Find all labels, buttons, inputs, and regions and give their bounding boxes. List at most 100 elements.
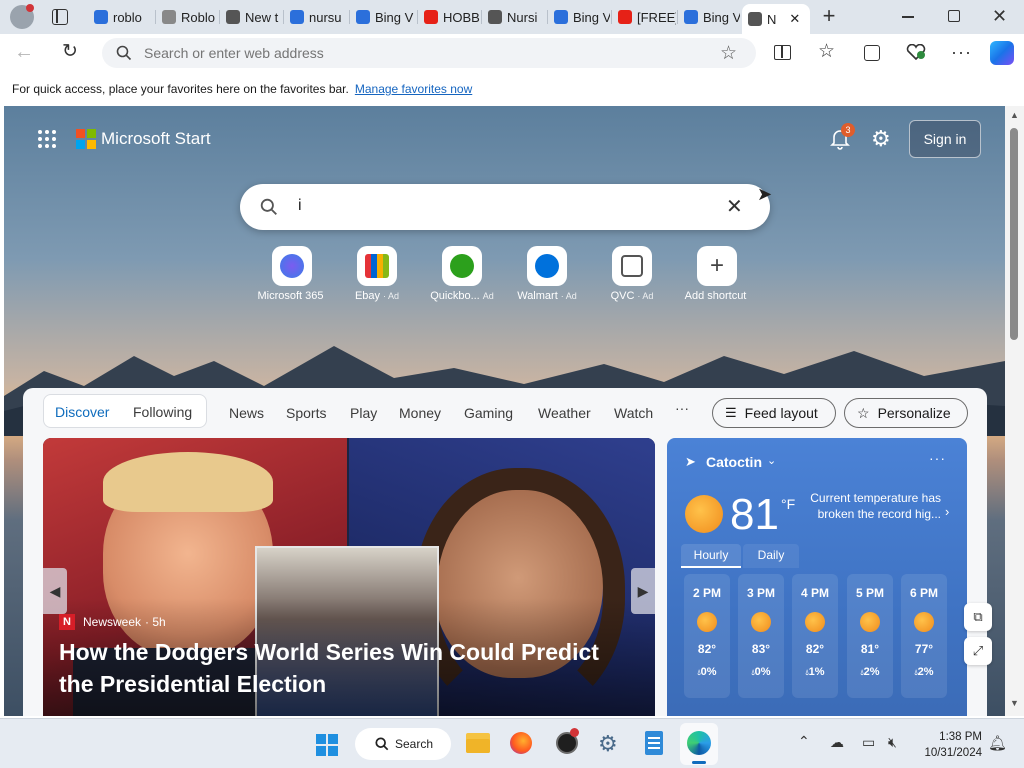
tab-news[interactable]: News <box>229 405 264 421</box>
personalize-button[interactable]: ☆ Personalize <box>844 398 968 428</box>
restore-icon[interactable] <box>948 10 960 22</box>
notifications-bell-icon[interactable]: 3 <box>830 123 855 150</box>
tab-watch[interactable]: Watch <box>614 405 653 421</box>
tab-gaming[interactable]: Gaming <box>464 405 513 421</box>
tab-label: [FREE] <box>637 9 676 25</box>
weather-card[interactable]: ➤ Catoctin ⌄ ··· 81 °F Current temperatu… <box>667 438 967 716</box>
tab-daily[interactable]: Daily <box>743 544 799 568</box>
bing-search-icon <box>94 10 108 24</box>
tab-6[interactable]: Nursi <box>482 4 546 30</box>
tab-sports[interactable]: Sports <box>286 405 326 421</box>
tab-separator <box>219 10 220 24</box>
search-input[interactable]: i <box>298 197 302 215</box>
sign-in-button[interactable]: Sign in <box>909 120 981 158</box>
shortcut-5[interactable]: + Add shortcut <box>672 246 762 302</box>
back-icon[interactable]: ← <box>14 41 34 64</box>
scroll-up-icon[interactable]: ▲ <box>1010 110 1019 120</box>
refresh-icon[interactable]: ↻ <box>62 40 78 63</box>
weather-alert[interactable]: Current temperature has broken the recor… <box>807 490 941 522</box>
hourly-forecast-item[interactable]: 6 PM 77° 💧︎2% <box>901 574 947 698</box>
hourly-forecast-item[interactable]: 5 PM 81° 💧︎2% <box>847 574 893 698</box>
network-icon[interactable]: ☁ <box>830 734 844 751</box>
page-scrollbar[interactable]: ▲ ▼ <box>1005 106 1024 716</box>
tab-discover[interactable]: Discover <box>55 404 109 420</box>
more-tabs-icon[interactable]: ··· <box>675 400 689 416</box>
bing-search-icon <box>554 10 568 24</box>
settings-gear-icon[interactable]: ⚙ <box>871 126 891 152</box>
feed-layout-button[interactable]: ☰ Feed layout <box>712 398 836 428</box>
expand-icon[interactable]: ⤢ <box>964 637 992 665</box>
settings-app-icon[interactable]: ⚙ <box>598 731 618 757</box>
address-bar[interactable]: ☆ <box>102 38 756 68</box>
shortcut-2[interactable]: Quickbo... Ad <box>417 246 507 302</box>
firefox-icon[interactable] <box>510 732 532 754</box>
tab-9[interactable]: Bing V <box>678 4 740 30</box>
clock[interactable]: 1:38 PM 10/31/2024 <box>920 729 982 761</box>
tab-7[interactable]: Bing V <box>548 4 610 30</box>
shortcut-1[interactable]: Ebay · Ad <box>332 246 422 302</box>
tab-3[interactable]: nursu <box>284 4 348 30</box>
windows-start-icon[interactable] <box>316 734 338 756</box>
taskbar-search-button[interactable]: Search <box>355 728 451 760</box>
tab-2[interactable]: New t <box>220 4 282 30</box>
close-window-icon[interactable]: ✕ <box>992 6 1007 27</box>
favorite-star-icon[interactable]: ☆ <box>720 42 737 65</box>
weather-more-icon[interactable]: ··· <box>929 450 946 466</box>
notifications-icon[interactable]: 🔔︎ <box>988 734 1007 752</box>
manage-favorites-link[interactable]: Manage favorites now <box>355 82 472 96</box>
tab-weather[interactable]: Weather <box>538 405 591 421</box>
more-menu-icon[interactable]: ··· <box>951 42 972 63</box>
hero-headline[interactable]: How the Dodgers World Series Win Could P… <box>59 636 619 700</box>
shortcut-0[interactable]: Microsoft 365 <box>247 246 337 302</box>
tab-1[interactable]: Roblo <box>156 4 218 30</box>
tab-label: HOBB <box>443 9 480 25</box>
weather-location[interactable]: Catoctin <box>706 454 762 470</box>
tab-money[interactable]: Money <box>399 405 441 421</box>
alert-chevron-icon[interactable]: › <box>945 504 949 519</box>
chatgpt-icon[interactable] <box>556 728 579 754</box>
tab-separator <box>547 10 548 24</box>
weather-unit[interactable]: °F <box>781 496 795 512</box>
feedback-icon[interactable]: ⧉ <box>964 603 992 631</box>
split-screen-icon[interactable] <box>774 45 791 60</box>
hero-story-card[interactable]: ◀ ▶ N Newsweek · 5h How the Dodgers Worl… <box>43 438 655 716</box>
file-explorer-icon[interactable] <box>466 733 490 753</box>
tab-5[interactable]: HOBB <box>418 4 480 30</box>
minimize-icon[interactable] <box>902 16 914 18</box>
copilot-icon[interactable] <box>990 41 1014 65</box>
profile-avatar[interactable] <box>10 4 34 29</box>
collections-icon[interactable] <box>864 45 880 61</box>
tab-play[interactable]: Play <box>350 405 377 421</box>
close-tab-icon[interactable]: ✕ <box>789 11 800 27</box>
hourly-forecast-item[interactable]: 4 PM 82° 💧︎1% <box>792 574 838 698</box>
volume-muted-icon[interactable]: 🔇︎ <box>888 734 897 751</box>
hourly-forecast-item[interactable]: 2 PM 82° 💧︎0% <box>684 574 730 698</box>
brand-title[interactable]: Microsoft Start <box>101 129 211 149</box>
chevron-down-icon[interactable]: ⌄ <box>767 454 776 467</box>
favorites-icon[interactable]: ☆ <box>818 40 835 63</box>
hourly-forecast-item[interactable]: 3 PM 83° 💧︎0% <box>738 574 784 698</box>
tab-actions-icon[interactable] <box>52 9 68 25</box>
scrollbar-thumb[interactable] <box>1010 128 1018 340</box>
scroll-down-icon[interactable]: ▼ <box>1010 698 1019 708</box>
notepad-icon[interactable] <box>645 731 663 755</box>
show-hidden-icons-icon[interactable]: ⌃ <box>798 733 810 750</box>
address-input[interactable] <box>144 45 704 61</box>
tab-0[interactable]: roblo <box>88 4 154 30</box>
search-box[interactable]: i ✕ <box>240 184 770 230</box>
tab-8[interactable]: [FREE] <box>612 4 676 30</box>
shortcut-3[interactable]: Walmart · Ad <box>502 246 592 302</box>
shortcut-4[interactable]: QVC · Ad <box>587 246 677 302</box>
edge-taskbar-button[interactable] <box>680 723 718 765</box>
tab-4[interactable]: Bing V <box>350 4 416 30</box>
carousel-prev-icon[interactable]: ◀ <box>43 568 67 614</box>
carousel-next-icon[interactable]: ▶ <box>631 568 655 614</box>
tab-following[interactable]: Following <box>133 404 192 420</box>
app-launcher-icon[interactable] <box>38 130 56 148</box>
new-tab-plus-icon[interactable]: + <box>818 5 840 28</box>
tab-hourly[interactable]: Hourly <box>681 544 741 568</box>
browser-essentials-icon[interactable] <box>906 43 926 61</box>
tab-10[interactable]: N ✕ <box>742 4 810 34</box>
display-icon[interactable]: ▭ <box>862 734 875 751</box>
clear-search-icon[interactable]: ✕ <box>726 194 743 219</box>
